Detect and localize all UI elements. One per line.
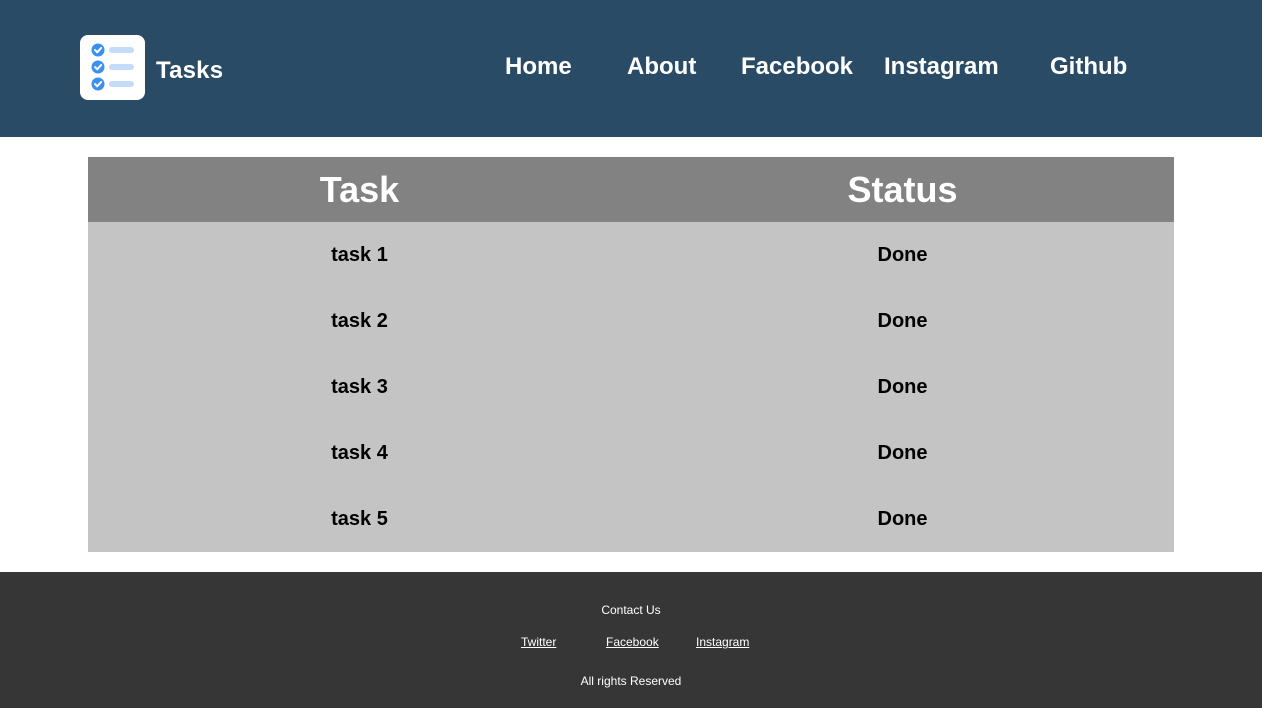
- column-header-status: Status: [847, 169, 958, 210]
- logo[interactable]: [80, 35, 145, 100]
- footer-instagram-link[interactable]: Instagram: [696, 635, 749, 649]
- status-cell: Done: [877, 244, 928, 266]
- footer-twitter-link[interactable]: Twitter: [521, 635, 556, 649]
- nav-github-link[interactable]: Github: [1050, 53, 1127, 81]
- table-row: task 3 Done: [88, 354, 1174, 420]
- nav-facebook-link[interactable]: Facebook: [741, 53, 853, 81]
- table-row: task 5 Done: [88, 486, 1174, 552]
- nav-about-link[interactable]: About: [627, 53, 696, 81]
- task-cell: task 4: [331, 442, 388, 464]
- task-cell: task 5: [331, 508, 388, 530]
- brand-name: Tasks: [156, 57, 224, 84]
- status-cell: Done: [877, 310, 928, 332]
- table-row: task 4 Done: [88, 420, 1174, 486]
- task-cell: task 1: [331, 244, 388, 266]
- status-cell: Done: [877, 442, 928, 464]
- task-list-icon: [91, 43, 134, 91]
- site-footer: Contact Us Twitter Facebook Instagram Al…: [0, 572, 1262, 708]
- table-row: task 2 Done: [88, 288, 1174, 354]
- nav-instagram-link[interactable]: Instagram: [884, 53, 999, 81]
- footer-copyright: All rights Reserved: [580, 674, 682, 688]
- footer-facebook-link[interactable]: Facebook: [606, 635, 659, 649]
- task-cell: task 3: [331, 376, 388, 398]
- nav-home-link[interactable]: Home: [505, 53, 572, 81]
- table-row: task 1 Done: [88, 222, 1174, 288]
- footer-contact-heading: Contact Us: [601, 603, 661, 617]
- column-header-task: Task: [319, 169, 400, 210]
- task-table: Task Status task 1 Done task 2 Done task…: [88, 157, 1174, 552]
- task-cell: task 2: [331, 310, 388, 332]
- table-header: Task Status: [88, 157, 1174, 222]
- status-cell: Done: [877, 376, 928, 398]
- status-cell: Done: [877, 508, 928, 530]
- site-header: Tasks Home About Facebook Instagram Gith…: [0, 0, 1262, 137]
